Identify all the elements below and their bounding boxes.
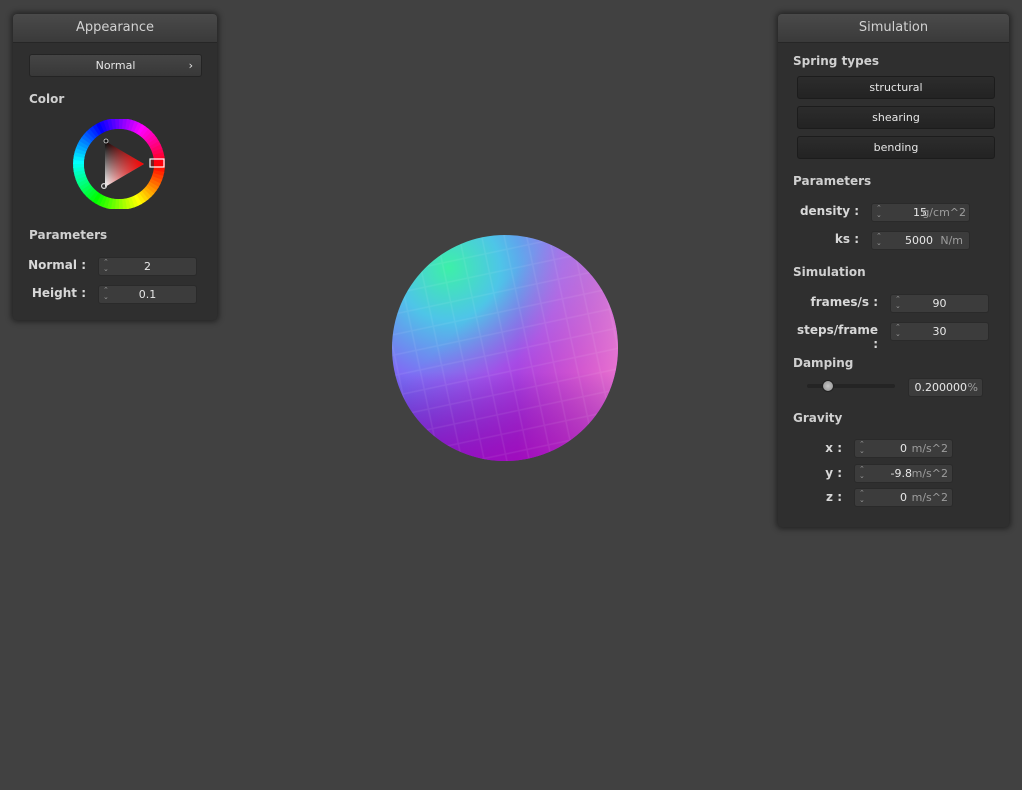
frames-label: frames/s : [810,295,878,309]
appearance-panel-title[interactable]: Appearance [13,14,217,43]
damping-value: 0.200000 [914,381,968,394]
damping-field[interactable]: 0.200000 % [908,378,983,397]
gravity-x-unit: m/s^2 [911,442,948,455]
simulation-panel-title[interactable]: Simulation [778,14,1009,43]
damping-title: Damping [793,356,854,370]
steps-value: 30 [932,325,947,338]
gravity-x-field[interactable]: ⌃ ⌄ 0 m/s^2 [854,439,953,458]
color-wheel[interactable] [72,118,166,210]
height-value: 0.1 [138,288,157,301]
height-label: Height : [31,286,86,300]
damping-slider[interactable] [807,380,895,392]
appearance-parameters-title: Parameters [29,228,108,242]
sim-parameters-title: Parameters [793,174,872,188]
gravity-y-value: -9.8 [890,467,912,480]
frames-value: 90 [932,297,947,310]
gravity-title: Gravity [793,411,843,425]
simulation-section-title: Simulation [793,265,866,279]
ks-unit: N/m [940,234,963,247]
gravity-y-label: y : [825,466,842,480]
spring-types-title: Spring types [793,54,880,68]
density-field[interactable]: ⌃ ⌄ 15 g/cm^2 [871,203,970,222]
gravity-x-label: x : [825,441,842,455]
gravity-z-value: 0 [900,491,907,504]
steps-label: steps/frame : [796,323,878,351]
bending-toggle[interactable]: bending [797,136,995,159]
color-section-title: Color [29,92,65,106]
gravity-y-unit: m/s^2 [911,467,948,480]
spinner-icon[interactable]: ⌃ ⌄ [876,205,884,220]
color-wheel-graphic[interactable] [72,118,166,210]
shearing-toggle[interactable]: shearing [797,106,995,129]
frames-field[interactable]: ⌃ ⌄ 90 [890,294,989,313]
gravity-z-unit: m/s^2 [911,491,948,504]
spinner-icon[interactable]: ⌃ ⌄ [859,441,867,456]
normal-value: 2 [144,260,151,273]
damping-unit: % [967,381,978,394]
gravity-z-field[interactable]: ⌃ ⌄ 0 m/s^2 [854,488,953,507]
shader-select[interactable]: Normal › [29,54,202,77]
gravity-x-value: 0 [900,442,907,455]
normal-label: Normal : [28,258,86,272]
gravity-y-field[interactable]: ⌃ ⌄ -9.8 m/s^2 [854,464,953,483]
ks-field[interactable]: ⌃ ⌄ 5000 N/m [871,231,970,250]
density-unit: g/cm^2 [922,206,966,219]
ks-label: ks : [834,232,859,246]
steps-field[interactable]: ⌃ ⌄ 30 [890,322,989,341]
shader-select-value: Normal [95,59,136,72]
cloth-sphere[interactable] [391,233,621,465]
ks-value: 5000 [905,234,933,247]
spinner-icon[interactable]: ⌃ ⌄ [859,490,867,505]
spinner-icon[interactable]: ⌃ ⌄ [859,466,867,481]
structural-toggle[interactable]: structural [797,76,995,99]
gravity-z-label: z : [826,490,842,504]
height-field[interactable]: ⌃ ⌄ 0.1 [98,285,197,304]
spinner-icon[interactable]: ⌃ ⌄ [876,233,884,248]
black-point-marker [103,138,109,144]
chevron-right-icon: › [188,59,193,72]
density-label: density : [799,204,859,218]
normal-field[interactable]: ⌃ ⌄ 2 [98,257,197,276]
